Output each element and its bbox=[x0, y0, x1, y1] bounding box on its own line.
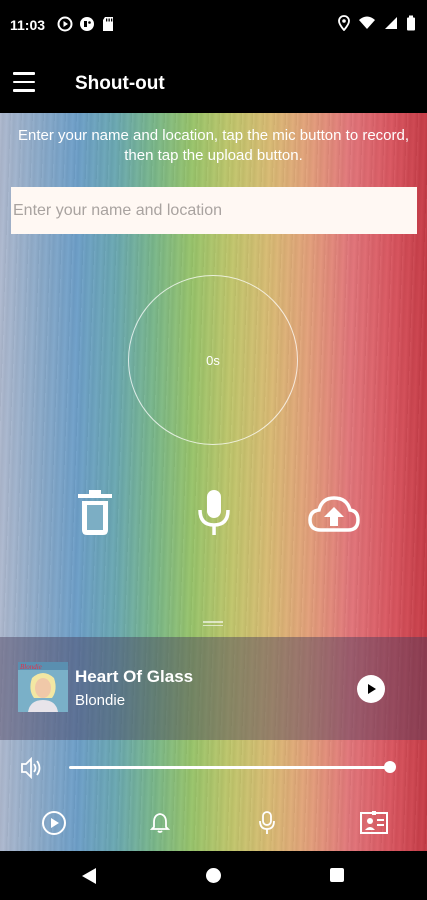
location-icon bbox=[338, 15, 350, 31]
microphone-icon[interactable] bbox=[197, 490, 231, 536]
hamburger-menu-icon[interactable] bbox=[13, 72, 35, 92]
track-artist: Blondie bbox=[75, 692, 126, 709]
cellular-signal-icon bbox=[385, 17, 397, 29]
name-location-input[interactable] bbox=[11, 187, 417, 234]
media-play-icon bbox=[57, 16, 73, 32]
track-title: Heart Of Glass bbox=[75, 667, 194, 686]
back-icon[interactable] bbox=[81, 867, 97, 885]
bell-icon[interactable] bbox=[150, 812, 170, 834]
status-left-icons bbox=[57, 16, 115, 32]
volume-icon[interactable] bbox=[20, 757, 44, 779]
album-art-text: Blondie bbox=[20, 663, 42, 671]
home-icon[interactable] bbox=[206, 868, 221, 883]
drag-handle[interactable] bbox=[203, 621, 223, 627]
play-button[interactable] bbox=[357, 675, 385, 703]
now-playing-bar[interactable]: Blondie Heart Of Glass Blondie bbox=[0, 637, 427, 740]
wifi-icon bbox=[359, 16, 375, 29]
play-circle-icon[interactable] bbox=[41, 810, 67, 836]
status-right-icons bbox=[338, 15, 416, 31]
instructions-text: Enter your name and location, tap the mi… bbox=[17, 127, 410, 164]
status-bar: 11:03 bbox=[0, 0, 427, 52]
play-icon bbox=[368, 684, 376, 694]
album-art: Blondie bbox=[18, 662, 68, 712]
recording-timer: 0s bbox=[128, 275, 298, 445]
status-time: 11:03 bbox=[10, 17, 46, 33]
contact-card-icon[interactable] bbox=[360, 811, 388, 835]
cloud-upload-icon[interactable] bbox=[307, 495, 361, 533]
game-icon bbox=[80, 17, 94, 31]
volume-slider[interactable] bbox=[69, 766, 390, 769]
recent-apps-icon[interactable] bbox=[330, 868, 344, 882]
sd-card-icon bbox=[103, 17, 113, 31]
delete-icon[interactable] bbox=[78, 490, 112, 536]
microphone-tab-icon[interactable] bbox=[258, 811, 276, 835]
timer-value: 0s bbox=[206, 352, 220, 368]
page-title: Shout-out bbox=[75, 73, 165, 94]
volume-slider-thumb[interactable] bbox=[384, 761, 396, 773]
app-bar: Shout-out bbox=[0, 52, 427, 113]
battery-icon bbox=[407, 15, 415, 31]
